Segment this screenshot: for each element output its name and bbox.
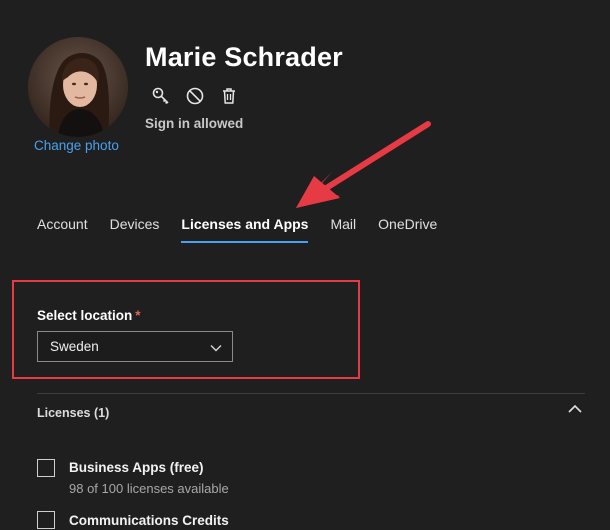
key-icon[interactable]	[150, 85, 172, 107]
annotation-highlight-box	[12, 280, 360, 379]
license-checkbox-business-apps[interactable]	[37, 459, 55, 477]
license-checkbox-communications-credits[interactable]	[37, 511, 55, 529]
block-icon[interactable]	[184, 85, 206, 107]
tab-devices[interactable]: Devices	[110, 216, 160, 243]
location-select[interactable]: Sweden	[37, 331, 233, 362]
tab-onedrive[interactable]: OneDrive	[378, 216, 437, 243]
annotation-arrow-icon	[296, 121, 431, 208]
chevron-down-icon	[210, 341, 222, 356]
change-photo-link[interactable]: Change photo	[34, 138, 119, 153]
location-label-text: Select location	[37, 308, 133, 323]
license-availability: 98 of 100 licenses available	[69, 481, 229, 496]
tab-licenses-and-apps[interactable]: Licenses and Apps	[181, 216, 309, 243]
chevron-up-icon[interactable]	[566, 402, 586, 420]
license-name: Business Apps (free)	[69, 460, 204, 475]
location-label: Select location *	[37, 308, 141, 323]
user-actions-toolbar	[150, 85, 240, 107]
trash-icon[interactable]	[218, 85, 240, 107]
user-display-name: Marie Schrader	[145, 42, 343, 72]
required-marker: *	[135, 308, 141, 323]
avatar	[28, 37, 128, 137]
tab-bar: Account Devices Licenses and Apps Mail O…	[37, 216, 459, 243]
sign-in-status: Sign in allowed	[145, 116, 244, 131]
tab-mail[interactable]: Mail	[330, 216, 356, 243]
section-divider	[37, 393, 585, 394]
license-name: Communications Credits	[69, 513, 229, 528]
licenses-section-header[interactable]: Licenses (1)	[37, 406, 109, 420]
location-select-value: Sweden	[50, 339, 99, 354]
tab-account[interactable]: Account	[37, 216, 88, 243]
